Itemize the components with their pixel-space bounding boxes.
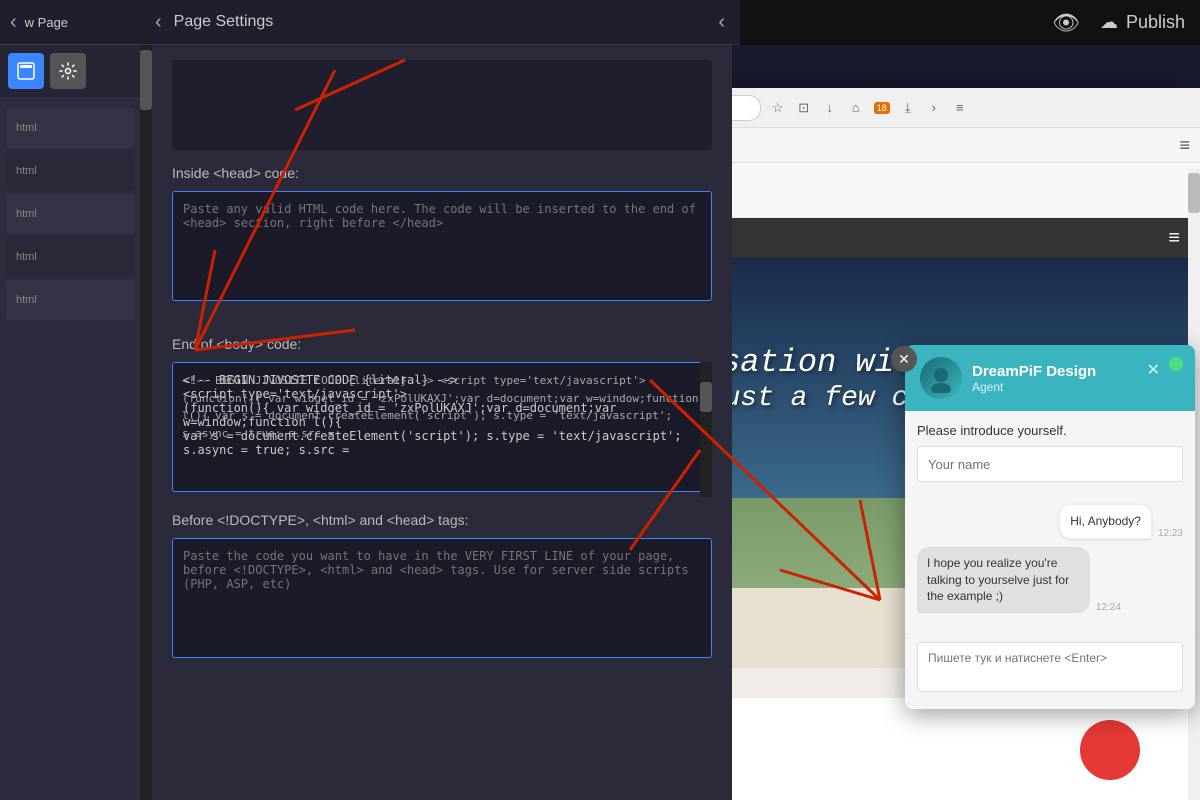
browser-content-menu[interactable]: ≡	[1179, 135, 1190, 156]
left-scroll-thumb[interactable]	[140, 50, 152, 110]
sidebar-items-list: html html html html html	[0, 97, 140, 331]
sidebar-item-label-1: html	[16, 122, 37, 134]
sidebar-item[interactable]: html	[6, 151, 134, 191]
chat-agent-role: Agent	[972, 380, 1180, 394]
before-doctype-textarea[interactable]	[172, 538, 712, 658]
left-scroll-indicator	[140, 45, 152, 800]
sidebar-back-button[interactable]: ‹	[10, 11, 17, 34]
before-doctype-title: Before <!DOCTYPE>, <html> and <head> tag…	[172, 512, 712, 528]
page-title: Page Settings	[174, 13, 719, 31]
sidebar-new-page-label: w Page	[25, 15, 68, 30]
browser-home-icon[interactable]: ⌂	[845, 97, 867, 119]
browser-arrow-icon[interactable]: ›	[923, 97, 945, 119]
sidebar-page-icon[interactable]	[8, 53, 44, 89]
sidebar-settings-icon[interactable]	[50, 53, 86, 89]
chat-header: DreamPiF Design Agent ✕	[905, 345, 1195, 411]
chat-bubble-incoming: I hope you realize you're talking to you…	[917, 547, 1090, 613]
head-code-title: Inside <head> code:	[172, 165, 712, 181]
chat-messages: 12:23 Hi, Anybody? I hope you realize yo…	[905, 504, 1195, 633]
sidebar-item-label-3: html	[16, 208, 37, 220]
body-code-textarea[interactable]	[172, 362, 712, 492]
sidebar-item-label-2: html	[16, 165, 37, 177]
sidebar-item-label-4: html	[16, 251, 37, 263]
browser-scroll-thumb[interactable]	[1188, 173, 1200, 213]
browser-download2-icon[interactable]: ⤓	[897, 97, 919, 119]
chat-message-row-outgoing: 12:23 Hi, Anybody?	[917, 504, 1183, 539]
chat-avatar	[920, 357, 962, 399]
chat-timestamp-1: 12:23	[1158, 528, 1183, 539]
browser-toolbar-icons: ☆ ⊡ ↓ ⌂ 18 ⤓ › ≡	[767, 97, 971, 119]
browser-download-icon[interactable]: ⊡	[793, 97, 815, 119]
upload-icon: ☁	[1100, 12, 1118, 33]
chat-dismiss-button[interactable]: ✕	[891, 346, 917, 372]
firefox-badge: 18	[874, 102, 890, 114]
page-settings-panel: Inside <head> code: End of <body> code: …	[152, 45, 732, 800]
hamburger-icon[interactable]: ≡	[1168, 227, 1180, 250]
head-code-textarea[interactable]	[172, 191, 712, 301]
sidebar-top-bar: ‹ w Page	[0, 0, 140, 45]
toolbar-back-button[interactable]: ‹	[155, 11, 162, 34]
chat-online-indicator	[1169, 357, 1183, 371]
sidebar-item-label-5: html	[16, 294, 37, 306]
chat-intro-text: Please introduce yourself.	[917, 423, 1183, 438]
red-circle	[1080, 720, 1140, 780]
right-toolbar: 👁 ☁ Publish	[740, 0, 1200, 45]
chat-widget: DreamPiF Design Agent ✕ Please introduce…	[905, 345, 1195, 709]
chat-bubble-outgoing: Hi, Anybody?	[1059, 504, 1152, 539]
chat-message-row-incoming: I hope you realize you're talking to you…	[917, 547, 1183, 613]
toolbar-close-button[interactable]: ‹	[718, 11, 725, 34]
sidebar-item[interactable]: html	[6, 237, 134, 277]
preview-block	[172, 60, 712, 150]
chat-body: Please introduce yourself.	[905, 411, 1195, 504]
sidebar-icon-group	[0, 45, 140, 97]
preview-icon[interactable]: 👁	[1052, 10, 1080, 36]
browser-more-icon[interactable]: ≡	[949, 97, 971, 119]
page-settings-toolbar: ‹ Page Settings ‹	[140, 0, 740, 45]
body-code-scroll-thumb[interactable]	[700, 382, 712, 412]
body-code-title: End of <body> code:	[172, 336, 712, 352]
chat-close-button[interactable]: ✕	[1147, 360, 1160, 380]
chat-message-input[interactable]	[917, 642, 1183, 692]
left-sidebar: ‹ w Page html html html html	[0, 0, 140, 800]
chat-name-input[interactable]	[917, 446, 1183, 482]
browser-star-icon[interactable]: ☆	[767, 97, 789, 119]
avatar-icon	[926, 363, 956, 393]
chat-timestamp-2: 12:24	[1096, 602, 1121, 613]
publish-button[interactable]: ☁ Publish	[1100, 12, 1185, 33]
sidebar-item[interactable]: html	[6, 280, 134, 320]
sidebar-item[interactable]: html	[6, 194, 134, 234]
publish-label: Publish	[1126, 12, 1185, 33]
body-code-scrollbar[interactable]	[700, 362, 712, 497]
chat-avatar-image	[920, 357, 962, 399]
browser-firefox-icon[interactable]: 18	[871, 97, 893, 119]
sidebar-item[interactable]: html	[6, 108, 134, 148]
browser-arrow-down-icon[interactable]: ↓	[819, 97, 841, 119]
chat-footer	[905, 633, 1195, 709]
